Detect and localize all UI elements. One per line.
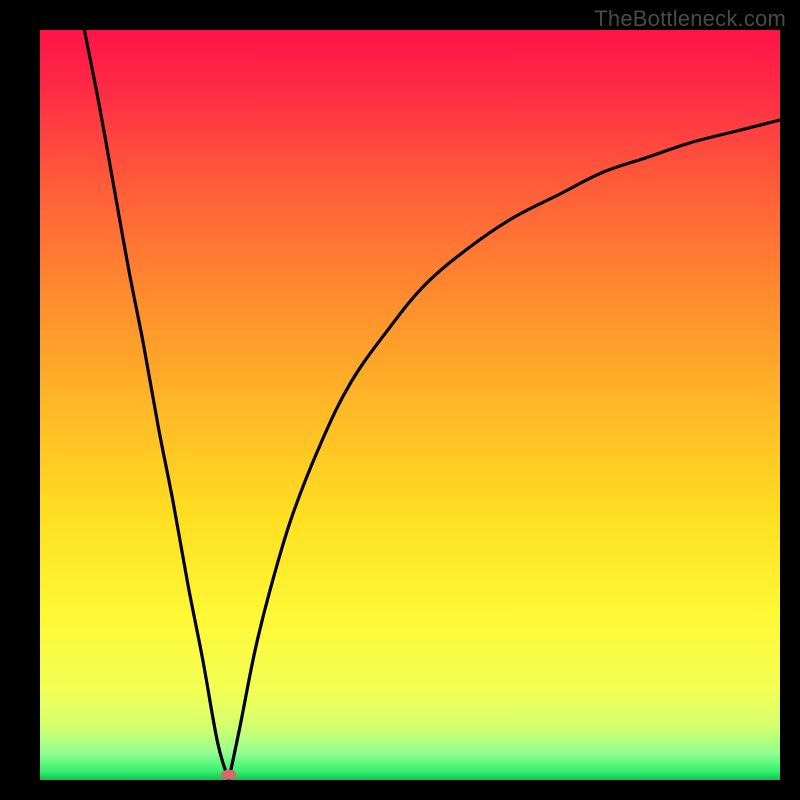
bottleneck-curve bbox=[40, 30, 780, 780]
chart-frame: TheBottleneck.com bbox=[0, 0, 800, 800]
watermark-text: TheBottleneck.com bbox=[594, 6, 786, 32]
plot-area bbox=[40, 30, 780, 780]
minimum-marker bbox=[221, 770, 237, 780]
